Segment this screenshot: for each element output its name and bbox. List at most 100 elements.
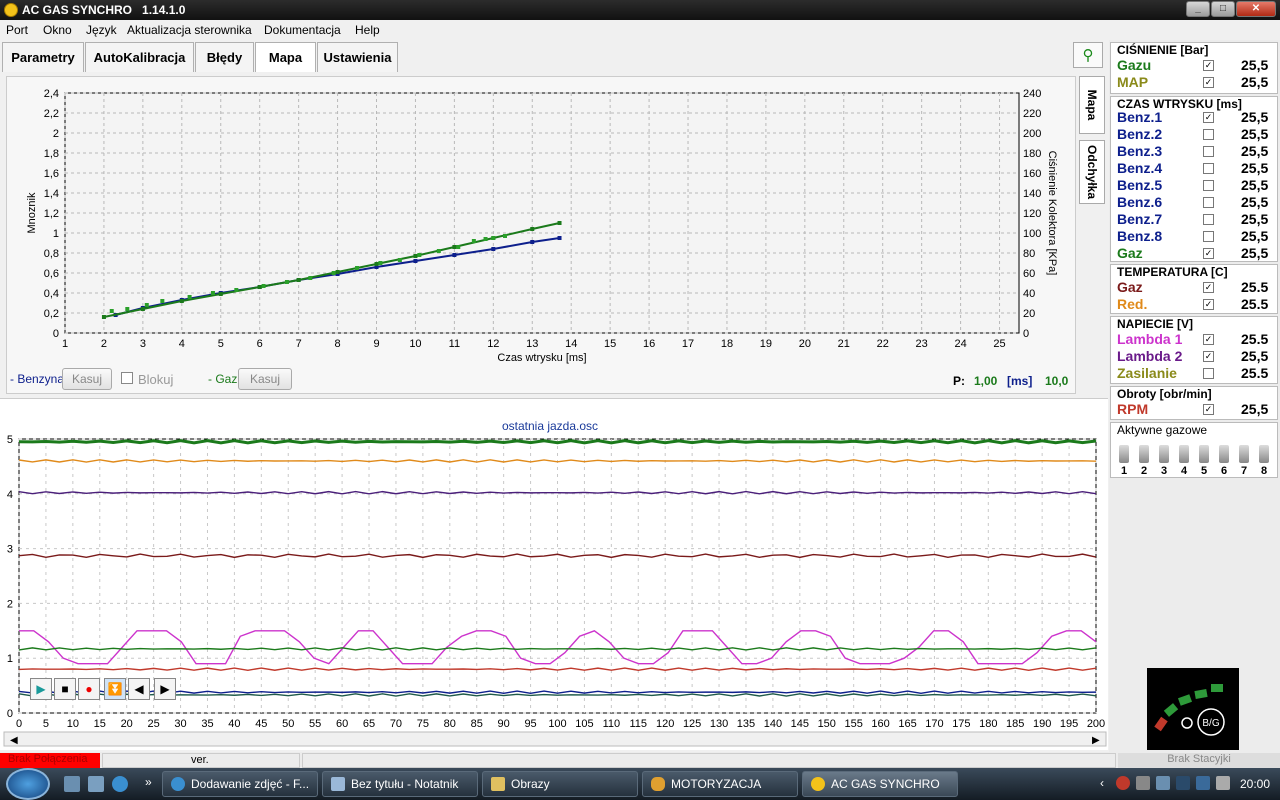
- pin-icon[interactable]: ⚲: [1073, 42, 1103, 68]
- side-tab-mapa[interactable]: Mapa: [1079, 76, 1105, 134]
- sensor-checkbox[interactable]: ✓: [1203, 299, 1214, 310]
- sensor-value: 25,5: [1241, 401, 1269, 417]
- x-tick-label: 11: [449, 338, 460, 350]
- prev-button[interactable]: ◀: [128, 678, 150, 700]
- menu-dokumentacja[interactable]: Dokumentacja: [264, 23, 341, 37]
- tab-bledy[interactable]: Błędy: [195, 42, 254, 72]
- task-notatnik[interactable]: Bez tytułu - Notatnik: [322, 771, 478, 797]
- blokuj-checkbox[interactable]: [121, 372, 133, 384]
- scope-x-tick-label: 160: [871, 718, 889, 730]
- tab-ustawienia[interactable]: Ustawienia: [317, 42, 398, 72]
- play-button[interactable]: ▶: [30, 678, 52, 700]
- scope-x-tick-label: 10: [67, 718, 79, 730]
- sensor-checkbox[interactable]: ✓: [1203, 334, 1214, 345]
- scope-x-tick-label: 145: [791, 718, 809, 730]
- sensor-label: Benz.7: [1117, 211, 1163, 227]
- task-label: Bez tytułu - Notatnik: [351, 777, 459, 791]
- sensor-checkbox[interactable]: ✓: [1203, 282, 1214, 293]
- status-bar: Brak Połączenia ver. Brak Stacyjki: [0, 752, 1280, 768]
- sensor-checkbox[interactable]: ✓: [1203, 351, 1214, 362]
- injector-indicator: 8: [1257, 445, 1271, 477]
- scope-x-tick-label: 95: [524, 718, 536, 730]
- menu-jezyk[interactable]: Język: [86, 23, 117, 37]
- scope-y-tick-label: 3: [7, 544, 13, 556]
- data-point: [417, 253, 422, 257]
- switch-windows-icon[interactable]: [88, 776, 104, 792]
- tray-expand-icon[interactable]: ‹: [1100, 776, 1104, 790]
- quicklaunch-more[interactable]: »: [145, 775, 152, 789]
- sensor-checkbox[interactable]: ✓: [1203, 404, 1214, 415]
- tab-mapa[interactable]: Mapa: [255, 42, 316, 72]
- record-button[interactable]: ●: [78, 678, 100, 700]
- sensor-checkbox[interactable]: [1203, 214, 1214, 225]
- close-button[interactable]: ✕: [1236, 1, 1276, 17]
- group-czas-wtrysku: CZAS WTRYSKU [ms] Benz.1 ✓ 25,5 Benz.2 25,5 Be…: [1110, 96, 1278, 262]
- scope-x-tick-label: 50: [282, 718, 294, 730]
- task-dodawanie[interactable]: Dodawanie zdjęć - F...: [162, 771, 318, 797]
- download-button[interactable]: ⏬: [104, 678, 126, 700]
- tray-network-2-icon[interactable]: [1196, 776, 1210, 790]
- x-tick-label: 14: [565, 338, 577, 350]
- data-point: [140, 307, 145, 311]
- minimize-button[interactable]: _: [1186, 1, 1210, 17]
- clock[interactable]: 20:00: [1240, 777, 1270, 791]
- data-point: [491, 247, 496, 251]
- sensor-checkbox[interactable]: ✓: [1203, 248, 1214, 259]
- scope-x-tick-label: 165: [898, 718, 916, 730]
- tray-app-icon[interactable]: [1136, 776, 1150, 790]
- tab-autokalibracja[interactable]: AutoKalibracja: [85, 42, 194, 72]
- data-point: [397, 258, 402, 262]
- stop-button[interactable]: ■: [54, 678, 76, 700]
- sensor-row: Benz.3 25,5: [1117, 143, 1277, 160]
- sensor-checkbox[interactable]: [1203, 231, 1214, 242]
- tray-monitor-icon[interactable]: [1176, 776, 1190, 790]
- x-tick-label: 7: [296, 338, 302, 350]
- y2-tick-label: 60: [1023, 268, 1035, 280]
- sensor-checkbox[interactable]: ✓: [1203, 112, 1214, 123]
- scope-scrollbar: [3, 731, 1107, 747]
- sensor-value: 25.5: [1241, 279, 1269, 295]
- sensor-checkbox[interactable]: [1203, 163, 1214, 174]
- menu-port[interactable]: Port: [6, 23, 28, 37]
- group-napiecie: NAPIECIE [V] Lambda 1 ✓ 25.5 Lambda 2 ✓ 25,5 Za…: [1110, 316, 1278, 384]
- y2-tick-label: 20: [1023, 308, 1035, 320]
- tray-security-icon[interactable]: [1116, 776, 1130, 790]
- data-point: [530, 240, 535, 244]
- task-acgas[interactable]: AC GAS SYNCHRO: [802, 771, 958, 797]
- group-temperatura: TEMPERATURA [C] Gaz ✓ 25.5 Red. ✓ 25.5: [1110, 264, 1278, 314]
- sensor-label: Zasilanie: [1117, 365, 1177, 381]
- kasuj-benzyna-button[interactable]: Kasuj: [62, 368, 112, 390]
- sensor-checkbox[interactable]: [1203, 180, 1214, 191]
- menu-okno[interactable]: Okno: [43, 23, 72, 37]
- menu-help[interactable]: Help: [355, 23, 380, 37]
- tab-parametry[interactable]: Parametry: [2, 42, 84, 72]
- ie-icon[interactable]: [112, 776, 128, 792]
- scope-x-tick-label: 35: [201, 718, 213, 730]
- sensor-checkbox[interactable]: ✓: [1203, 77, 1214, 88]
- start-button[interactable]: [6, 768, 50, 800]
- sensor-row: RPM ✓ 25,5: [1117, 401, 1277, 418]
- injector-number: 3: [1160, 465, 1168, 477]
- tray-network-icon[interactable]: [1156, 776, 1170, 790]
- sensor-checkbox[interactable]: ✓: [1203, 60, 1214, 71]
- group-obroty: Obroty [obr/min] RPM ✓ 25,5: [1110, 386, 1278, 420]
- task-motoryzacja[interactable]: MOTORYZACJA: [642, 771, 798, 797]
- scope-x-tick-label: 105: [575, 718, 593, 730]
- next-button[interactable]: ▶: [154, 678, 176, 700]
- data-point: [378, 261, 383, 265]
- sensor-checkbox[interactable]: [1203, 368, 1214, 379]
- scope-x-tick-label: 30: [174, 718, 186, 730]
- maximize-button[interactable]: □: [1211, 1, 1235, 17]
- menu-aktualizacja[interactable]: Aktualizacja sterownika: [127, 23, 252, 37]
- sensor-checkbox[interactable]: [1203, 129, 1214, 140]
- sensor-checkbox[interactable]: [1203, 197, 1214, 208]
- injector-number: 1: [1120, 465, 1128, 477]
- sensor-checkbox[interactable]: [1203, 146, 1214, 157]
- scope-x-tick-label: 70: [390, 718, 402, 730]
- kasuj-gaz-button[interactable]: Kasuj: [238, 368, 292, 390]
- tray-volume-icon[interactable]: [1216, 776, 1230, 790]
- side-tab-odchylka[interactable]: Odchyłka: [1079, 140, 1105, 204]
- scroll-left-icon: ◀: [10, 735, 18, 746]
- show-desktop-icon[interactable]: [64, 776, 80, 792]
- task-obrazy[interactable]: Obrazy: [482, 771, 638, 797]
